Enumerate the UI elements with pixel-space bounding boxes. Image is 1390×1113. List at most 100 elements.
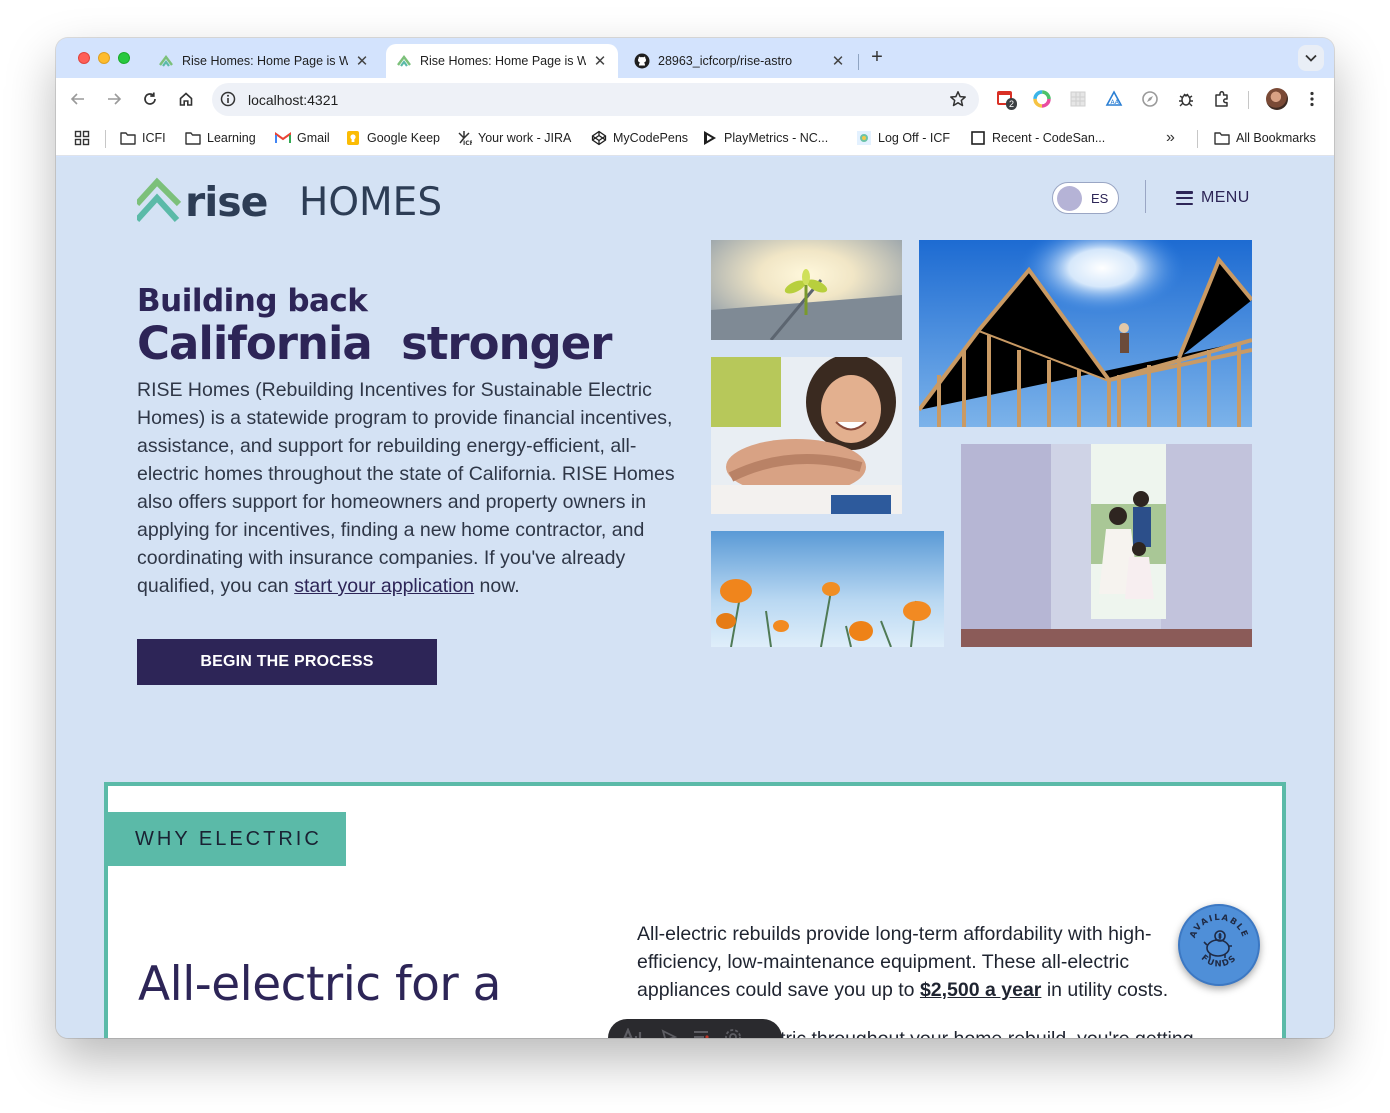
profile-avatar[interactable]	[1266, 88, 1288, 110]
folder-icon	[1214, 130, 1230, 146]
back-button[interactable]	[68, 89, 88, 109]
page-viewport: Rise Homes ES MENU Building back Califor…	[56, 157, 1334, 1038]
language-toggle[interactable]: ES	[1052, 182, 1119, 214]
close-window-button[interactable]	[78, 52, 90, 64]
hero-title: California stronger	[137, 317, 612, 370]
bookmark-google-keep[interactable]: Google Keep	[345, 129, 440, 147]
all-bookmarks-button[interactable]: All Bookmarks	[1214, 129, 1316, 147]
url-text[interactable]: localhost:4321	[248, 92, 338, 108]
codesandbox-icon	[970, 130, 986, 146]
extension-badge: 2	[1006, 98, 1018, 110]
codepen-icon	[591, 130, 607, 146]
accessibility-extension-icon[interactable]: AA	[1104, 89, 1124, 109]
arrow-right-icon	[108, 93, 122, 105]
header-divider	[1145, 180, 1146, 213]
hero-body-text: RISE Homes (Rebuilding Incentives for Su…	[137, 379, 675, 597]
calendar-extension-icon[interactable]: 2	[996, 89, 1018, 110]
bookmark-playmetrics[interactable]: PlayMetrics - NC...	[702, 129, 828, 147]
available-funds-badge[interactable]: AVAILABLE FUNDS	[1178, 904, 1260, 986]
rise-homes-logo[interactable]: Rise Homes	[134, 174, 467, 226]
bookmarks-overflow-button[interactable]: »	[1166, 129, 1175, 147]
family-hands-photo	[711, 357, 902, 514]
forward-button[interactable]	[104, 89, 124, 109]
jira-icon: ICF	[456, 130, 472, 146]
chevron-down-icon	[1305, 54, 1317, 62]
browser-tab-2[interactable]: Rise Homes: Home Page is W ✕	[386, 44, 618, 78]
menu-label: MENU	[1201, 189, 1250, 206]
start-application-link[interactable]: start your application	[294, 575, 474, 597]
home-button[interactable]	[176, 89, 196, 109]
hero-subtitle: Building back	[137, 283, 368, 319]
bookmark-jira[interactable]: ICF Your work - JIRA	[456, 129, 571, 147]
hero-description: RISE Homes (Rebuilding Incentives for Su…	[137, 376, 682, 600]
family-running-photo	[961, 444, 1252, 647]
close-tab-icon[interactable]: ✕	[592, 52, 608, 70]
bookmarks-bar: ICFI Learning Gmail Google Keep ICF Your…	[56, 120, 1334, 156]
browser-window: Rise Homes: Home Page is W ✕ Rise Homes:…	[56, 38, 1334, 1038]
tab-strip: Rise Homes: Home Page is W ✕ Rise Homes:…	[56, 38, 1334, 78]
arrow-left-icon	[70, 93, 84, 105]
settings-icon[interactable]	[724, 1028, 742, 1038]
astro-dev-toolbar-icon[interactable]	[620, 1026, 646, 1038]
logo-text-rise: Rise	[185, 178, 268, 226]
bookmarks-divider	[1197, 130, 1198, 148]
svg-text:ICF: ICF	[463, 140, 472, 146]
menu-button[interactable]: MENU	[1176, 186, 1250, 210]
bookmarks-divider	[105, 130, 106, 148]
bookmark-learning[interactable]: Learning	[185, 129, 256, 147]
bookmark-log-off-icf[interactable]: Log Off - ICF	[856, 129, 950, 147]
more-menu-icon[interactable]	[1302, 89, 1322, 109]
rise-favicon-icon	[396, 53, 412, 69]
seedling-photo	[711, 240, 902, 340]
bookmark-star-icon[interactable]	[949, 90, 967, 113]
browser-tab-3[interactable]: 28963_icfcorp/rise-astro ✕	[624, 44, 856, 78]
gmail-icon	[275, 130, 291, 146]
tab-search-button[interactable]	[1298, 45, 1324, 71]
poppies-photo	[711, 531, 944, 647]
playmetrics-icon	[702, 130, 718, 146]
grid-extension-icon[interactable]	[1068, 89, 1088, 109]
bookmark-gmail[interactable]: Gmail	[275, 129, 330, 147]
svg-text:AA: AA	[1111, 99, 1120, 106]
hero-body-end: now.	[474, 575, 520, 597]
toggle-knob	[1057, 186, 1082, 211]
rise-favicon-icon	[158, 53, 174, 69]
close-tab-icon[interactable]: ✕	[830, 52, 846, 70]
inspect-icon[interactable]	[660, 1028, 678, 1038]
github-icon	[634, 53, 650, 69]
astro-dev-toolbar[interactable]	[608, 1019, 782, 1038]
compass-extension-icon[interactable]	[1140, 89, 1160, 109]
reload-button[interactable]	[140, 89, 160, 109]
home-icon	[179, 92, 193, 106]
tab-divider	[858, 54, 859, 70]
bookmark-icfi[interactable]: ICFI	[120, 129, 166, 147]
folder-icon	[185, 130, 201, 146]
icf-icon	[856, 130, 872, 146]
toolbar-divider	[1248, 91, 1249, 109]
language-label: ES	[1091, 191, 1109, 206]
hamburger-icon	[1176, 191, 1193, 205]
apps-grid-icon[interactable]	[74, 129, 90, 147]
maximize-window-button[interactable]	[118, 52, 130, 64]
browser-tab-1[interactable]: Rise Homes: Home Page is W ✕	[148, 44, 380, 78]
reload-icon	[144, 92, 156, 105]
minimize-window-button[interactable]	[98, 52, 110, 64]
savings-link[interactable]: $2,500 a year	[920, 979, 1041, 1001]
bug-extension-icon[interactable]	[1176, 89, 1196, 109]
begin-process-button[interactable]: BEGIN THE PROCESS	[137, 639, 437, 685]
bookmark-codesandbox[interactable]: Recent - CodeSan...	[970, 129, 1105, 147]
audit-icon[interactable]	[692, 1028, 710, 1038]
why-electric-title: All-electric for a	[138, 957, 501, 1012]
close-tab-icon[interactable]: ✕	[354, 52, 370, 70]
extensions-puzzle-icon[interactable]	[1212, 89, 1232, 109]
browser-toolbar: localhost:4321 2 AA	[56, 78, 1334, 120]
logo-text-homes: Homes	[299, 180, 443, 225]
house-framing-photo	[919, 240, 1252, 427]
bookmark-mycodepens[interactable]: MyCodePens	[591, 129, 688, 147]
why-electric-body: All-electric rebuilds provide long-term …	[637, 920, 1227, 1004]
address-bar[interactable]: localhost:4321	[212, 83, 979, 116]
site-info-icon[interactable]	[220, 91, 236, 112]
new-tab-button[interactable]: +	[866, 47, 888, 69]
folder-icon	[120, 130, 136, 146]
color-picker-extension-icon[interactable]	[1032, 89, 1052, 109]
